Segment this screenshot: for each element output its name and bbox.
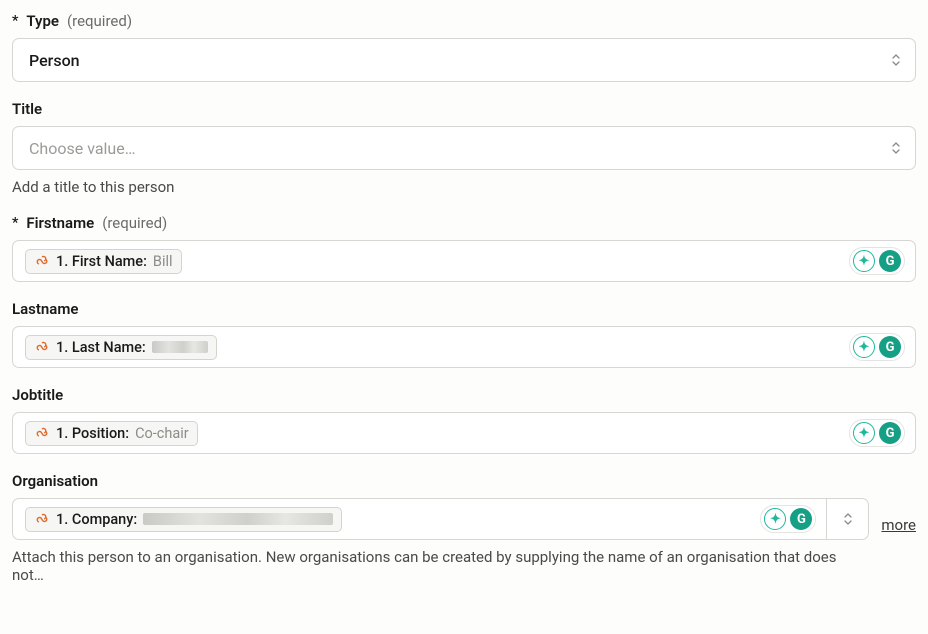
type-label-row: * Type (required) [12,12,916,30]
jobtitle-label: Jobtitle [12,386,63,404]
firstname-chip[interactable]: 1. First Name: Bill [25,249,182,274]
webhook-icon [34,253,50,269]
required-asterisk: * [12,13,18,29]
organisation-field: Organisation 1. Company: ✦ G Attach this… [12,472,869,584]
jobtitle-chip-label: 1. Position: [56,425,129,442]
chevron-updown-icon [891,141,901,155]
firstname-field: * Firstname (required) 1. First Name: Bi… [12,214,916,282]
assist-pill: ✦ G [849,333,905,361]
title-label: Title [12,100,42,118]
jobtitle-label-row: Jobtitle [12,386,916,404]
title-helper: Add a title to this person [12,178,916,196]
firstname-chip-label: 1. First Name: [56,253,147,270]
assist-button[interactable]: ✦ [853,422,875,444]
title-field: Title Choose value… Add a title to this … [12,100,916,196]
organisation-control: 1. Company: ✦ G [12,498,869,540]
type-label: Type [26,12,59,30]
organisation-chip[interactable]: 1. Company: [25,507,342,532]
jobtitle-chip-value: Co-chair [135,425,189,442]
assist-pill: ✦ G [760,505,816,533]
chevron-updown-icon [843,512,853,526]
title-select[interactable]: Choose value… [12,126,916,170]
organisation-input[interactable]: 1. Company: ✦ G [12,498,827,540]
firstname-label-row: * Firstname (required) [12,214,916,232]
assist-button[interactable]: ✦ [853,250,875,272]
assist-pill: ✦ G [849,419,905,447]
type-select[interactable]: Person [12,38,916,82]
webhook-icon [34,425,50,441]
lastname-chip[interactable]: 1. Last Name: [25,335,217,360]
title-placeholder: Choose value… [29,139,135,158]
firstname-input[interactable]: 1. First Name: Bill ✦ G [12,240,916,282]
chevron-updown-icon [891,53,901,67]
grammarly-button[interactable]: G [879,250,901,272]
assist-pill: ✦ G [849,247,905,275]
organisation-chip-label: 1. Company: [56,511,137,528]
jobtitle-input[interactable]: 1. Position: Co-chair ✦ G [12,412,916,454]
webhook-icon [34,511,50,527]
more-link[interactable]: more [881,472,916,534]
lastname-label: Lastname [12,300,78,318]
jobtitle-field: Jobtitle 1. Position: Co-chair ✦ G [12,386,916,454]
organisation-helper: Attach this person to an organisation. N… [12,548,869,584]
grammarly-button[interactable]: G [879,422,901,444]
type-field: * Type (required) Person [12,12,916,82]
type-selected-value: Person [29,51,80,70]
lastname-field: Lastname 1. Last Name: ✦ G [12,300,916,368]
assist-button[interactable]: ✦ [764,508,786,530]
lastname-chip-label: 1. Last Name: [56,339,146,356]
assist-button[interactable]: ✦ [853,336,875,358]
grammarly-button[interactable]: G [879,336,901,358]
organisation-label: Organisation [12,472,98,490]
firstname-label: Firstname [26,214,94,232]
required-text: (required) [102,214,167,232]
organisation-row: Organisation 1. Company: ✦ G Attach this… [12,472,916,584]
lastname-label-row: Lastname [12,300,916,318]
grammarly-button[interactable]: G [790,508,812,530]
required-text: (required) [67,12,132,30]
jobtitle-chip[interactable]: 1. Position: Co-chair [25,421,198,446]
redacted-value [143,513,333,525]
redacted-value [152,341,208,353]
firstname-chip-value: Bill [153,253,173,270]
lastname-input[interactable]: 1. Last Name: ✦ G [12,326,916,368]
title-label-row: Title [12,100,916,118]
required-asterisk: * [12,215,18,231]
webhook-icon [34,339,50,355]
organisation-label-row: Organisation [12,472,869,490]
organisation-picker-button[interactable] [827,498,869,540]
